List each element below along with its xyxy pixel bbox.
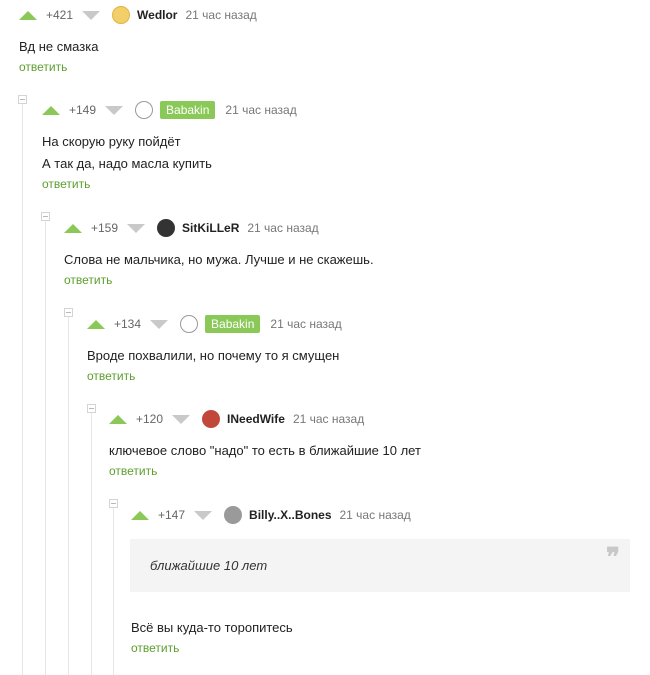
comment-rating: +147 — [158, 508, 186, 522]
comment: +147 Billy..X..Bones 21 час назад — [131, 503, 411, 527]
collapse-toggle[interactable] — [18, 95, 27, 104]
comment: +134 Babakin 21 час назад Вроде похвалил… — [87, 312, 342, 385]
avatar[interactable] — [180, 315, 199, 333]
comment-header: +159 SitKiLLeR 21 час назад — [64, 216, 374, 240]
reply-link[interactable]: ответить — [87, 369, 135, 383]
comment-rating: +134 — [114, 317, 142, 331]
author-name[interactable]: Babakin — [205, 315, 261, 333]
downvote-icon[interactable] — [172, 414, 191, 424]
comment-text-line: Всё вы куда-то торопитесь — [131, 620, 293, 635]
thread-line — [113, 508, 114, 675]
author-name[interactable]: Babakin — [160, 101, 216, 119]
avatar[interactable] — [202, 410, 221, 428]
upvote-icon[interactable] — [109, 414, 127, 424]
comment: +421 Wedlor 21 час назад Вд не смазка от… — [19, 3, 257, 76]
upvote-icon[interactable] — [42, 105, 60, 115]
upvote-icon[interactable] — [87, 319, 105, 329]
comment-body: Всё вы куда-то торопитесь — [131, 617, 293, 639]
comment-body: ключевое слово "надо" то есть в ближайши… — [109, 440, 421, 462]
thread-line — [45, 221, 46, 675]
comment: +149 Babakin 21 час назад На скорую руку… — [42, 98, 297, 193]
collapse-toggle[interactable] — [41, 212, 50, 221]
comment-header: +149 Babakin 21 час назад — [42, 98, 297, 122]
author-name[interactable]: SitKiLLeR — [182, 221, 239, 235]
comment-time[interactable]: 21 час назад — [293, 412, 364, 426]
comment-rating: +120 — [136, 412, 164, 426]
avatar[interactable] — [112, 6, 131, 24]
thread-line — [22, 104, 23, 675]
thread-line — [91, 413, 92, 675]
comment-body: Вд не смазка — [19, 36, 257, 58]
downvote-icon[interactable] — [194, 510, 213, 520]
comment-time[interactable]: 21 час назад — [225, 103, 296, 117]
quote-icon: ❞ — [606, 543, 620, 573]
comment-header: +120 INeedWife 21 час назад — [109, 407, 421, 431]
comment-time[interactable]: 21 час назад — [270, 317, 341, 331]
thread-line — [68, 317, 69, 675]
upvote-icon[interactable] — [131, 510, 149, 520]
avatar[interactable] — [135, 101, 154, 119]
quote-text: ближайшие 10 лет — [150, 558, 268, 573]
comment: +159 SitKiLLeR 21 час назад Слова не мал… — [64, 216, 374, 289]
quote-block: ближайшие 10 лет ❞ — [130, 539, 630, 592]
avatar[interactable] — [157, 219, 176, 237]
downvote-icon[interactable] — [127, 223, 146, 233]
comment-text-line: Слова не мальчика, но мужа. Лучше и не с… — [64, 252, 374, 267]
comment-rating: +149 — [69, 103, 97, 117]
comment-rating: +421 — [46, 8, 74, 22]
comment-text-line: Вроде похвалили, но почему то я смущен — [87, 348, 340, 363]
comment-header: +147 Billy..X..Bones 21 час назад — [131, 503, 411, 527]
author-name[interactable]: Billy..X..Bones — [249, 508, 331, 522]
author-name[interactable]: Wedlor — [137, 8, 177, 22]
downvote-icon[interactable] — [105, 105, 124, 115]
comment-header: +134 Babakin 21 час назад — [87, 312, 342, 336]
downvote-icon[interactable] — [82, 10, 101, 20]
comment-text-line: ключевое слово "надо" то есть в ближайши… — [109, 443, 421, 458]
reply-link[interactable]: ответить — [64, 273, 112, 287]
comment-header: +421 Wedlor 21 час назад — [19, 3, 257, 27]
upvote-icon[interactable] — [19, 10, 37, 20]
comment-text-line: А так да, надо масла купить — [42, 156, 212, 171]
reply-link[interactable]: ответить — [131, 641, 179, 655]
comment-text-line: На скорую руку пойдёт — [42, 134, 181, 149]
comment-body: Вроде похвалили, но почему то я смущен — [87, 345, 342, 367]
collapse-toggle[interactable] — [64, 308, 73, 317]
comment-time[interactable]: 21 час назад — [340, 508, 411, 522]
comment-body: На скорую руку пойдёт А так да, надо мас… — [42, 131, 297, 175]
comment-time[interactable]: 21 час назад — [185, 8, 256, 22]
collapse-toggle[interactable] — [109, 499, 118, 508]
comment-body: Слова не мальчика, но мужа. Лучше и не с… — [64, 249, 374, 271]
reply-link[interactable]: ответить — [42, 177, 90, 191]
comment: +120 INeedWife 21 час назад ключевое сло… — [109, 407, 421, 480]
reply-link[interactable]: ответить — [109, 464, 157, 478]
reply-link[interactable]: ответить — [19, 60, 67, 74]
upvote-icon[interactable] — [64, 223, 82, 233]
comment-rating: +159 — [91, 221, 119, 235]
avatar[interactable] — [224, 506, 243, 524]
comment-text-line: Вд не смазка — [19, 39, 99, 54]
comment-time[interactable]: 21 час назад — [247, 221, 318, 235]
comment-body-block: Всё вы куда-то торопитесь ответить — [131, 617, 293, 657]
collapse-toggle[interactable] — [87, 404, 96, 413]
downvote-icon[interactable] — [150, 319, 169, 329]
author-name[interactable]: INeedWife — [227, 412, 285, 426]
